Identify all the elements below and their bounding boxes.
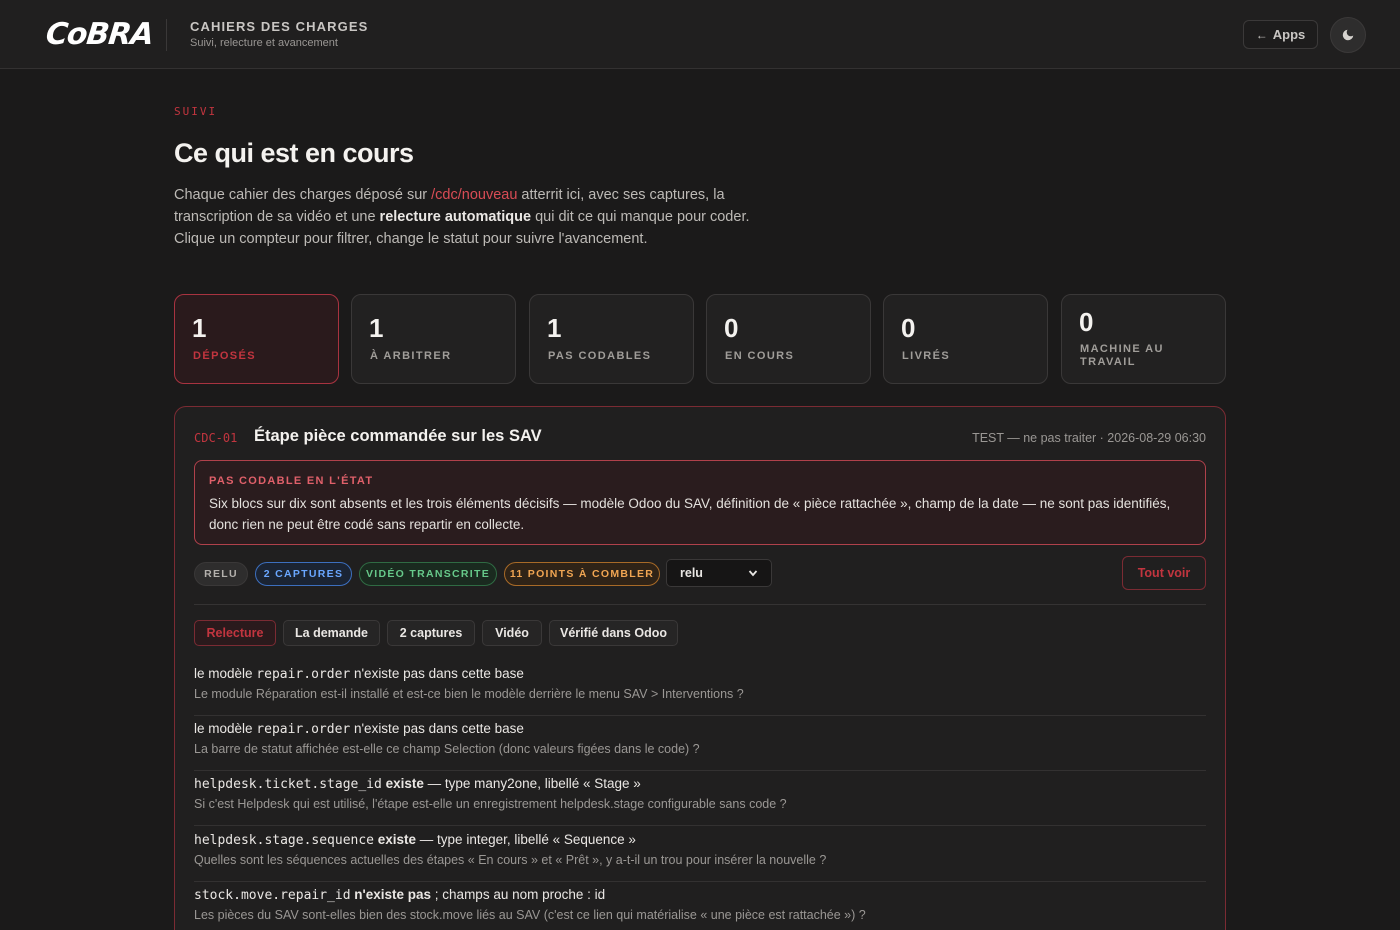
item-code: repair.order [256,667,351,682]
stat-label: À ARBITRER [370,350,452,362]
review-item-title: le modèle repair.order n'existe pas dans… [194,721,524,737]
stat-deposes[interactable]: 1 DÉPOSÉS [174,294,339,384]
item-text: ; champs au nom proche : id [431,887,606,902]
review-item-question: La barre de statut affichée est-elle ce … [194,742,700,756]
stat-machine-au-travail[interactable]: 0 MACHINE AU TRAVAIL [1061,294,1226,384]
review-item-title: le modèle repair.order n'existe pas dans… [194,666,524,682]
tab-relecture[interactable]: Relecture [194,620,276,646]
item-text: — type many2one, libellé « Stage » [423,776,641,791]
badge-points: 11 POINTS À COMBLER [504,562,660,586]
review-item-title: helpdesk.stage.sequence existe — type in… [194,832,636,848]
review-item-title: helpdesk.ticket.stage_id existe — type m… [194,776,641,792]
stat-livres[interactable]: 0 LIVRÉS [883,294,1048,384]
stat-label: LIVRÉS [902,350,951,362]
top-bar: CoBRA CAHIERS DES CHARGES Suivi, relectu… [0,0,1400,69]
stat-label: DÉPOSÉS [193,350,256,362]
stat-count: 1 [369,313,384,343]
stat-a-arbitrer[interactable]: 1 À ARBITRER [351,294,516,384]
not-codable-alert: PAS CODABLE EN L'ÉTAT Six blocs sur dix … [194,460,1206,545]
tout-voir-button[interactable]: Tout voir [1122,556,1206,590]
stat-pas-codables[interactable]: 1 PAS CODABLES [529,294,694,384]
page-title: Ce qui est en cours [174,138,414,168]
cdc-meta: TEST — ne pas traiter · 2026-08-29 06:30 [972,431,1206,445]
tab-video[interactable]: Vidéo [482,620,542,646]
review-item: helpdesk.ticket.stage_id existe — type m… [194,770,1206,826]
item-text: n'existe pas dans cette base [350,721,524,736]
apps-button[interactable]: ← Apps [1243,20,1318,49]
cdc-card: CDC-01 Étape pièce commandée sur les SAV… [174,406,1226,930]
item-text: le modèle [194,666,257,681]
item-text: — type integer, libellé « Sequence » [416,832,636,847]
theme-toggle-button[interactable] [1330,17,1366,53]
stat-label: PAS CODABLES [548,350,652,362]
review-item-title: stock.move.repair_id n'existe pas ; cham… [194,887,605,903]
app-title: CAHIERS DES CHARGES [190,19,369,34]
item-text: le modèle [194,721,257,736]
review-item: le modèle repair.order n'existe pas dans… [194,715,1206,771]
stat-label: MACHINE AU TRAVAIL [1080,343,1164,368]
review-item-question: Le module Réparation est-il installé et … [194,687,744,701]
cobra-logo[interactable]: CoBRA [44,17,154,52]
stat-count: 1 [192,313,207,343]
tab-captures[interactable]: 2 captures [387,620,475,646]
item-bold: n'existe pas [350,887,432,902]
review-item: le modèle repair.order n'existe pas dans… [194,660,1206,716]
item-code: repair.order [256,722,351,737]
stat-count: 1 [547,313,562,343]
stat-count: 0 [724,313,739,343]
stat-count: 0 [1079,307,1094,337]
review-item: stock.move.repair_id n'existe pas ; cham… [194,881,1206,930]
intro-text: Chaque cahier des charges déposé sur /cd… [174,184,774,250]
review-item-question: Si c'est Helpdesk qui est utilisé, l'éta… [194,797,787,811]
tab-la-demande[interactable]: La demande [283,620,380,646]
status-select[interactable]: relu [666,559,772,587]
item-bold: existe [381,776,424,791]
review-item-question: Quelles sont les séquences actuelles des… [194,853,827,867]
new-cdc-link[interactable]: /cdc/nouveau [431,187,517,203]
badge-relu: RELU [194,562,248,586]
item-code: stock.move.repair_id [194,888,351,903]
cdc-title: Étape pièce commandée sur les SAV [254,427,542,445]
moon-icon [1342,29,1354,41]
alert-text: Six blocs sur dix sont absents et les tr… [209,496,1171,532]
item-code: helpdesk.ticket.stage_id [194,777,382,792]
review-item: helpdesk.stage.sequence existe — type in… [194,826,1206,882]
status-select-value: relu [680,566,703,580]
badge-video: VIDÉO TRANSCRITE [359,562,497,586]
stat-count: 0 [901,313,916,343]
apps-button-label: Apps [1272,27,1306,42]
badge-captures: 2 CAPTURES [255,562,352,586]
section-eyebrow: SUIVI [174,105,218,118]
stat-label: EN COURS [725,350,795,362]
card-divider [194,604,1206,605]
cdc-code: CDC-01 [194,431,238,445]
header-divider [166,19,167,51]
item-code: helpdesk.stage.sequence [194,833,375,848]
intro-bold: relecture automatique [379,209,532,225]
item-bold: existe [374,832,417,847]
chevron-down-icon [748,570,758,577]
app-subtitle: Suivi, relecture et avancement [190,37,338,49]
intro-text-part: Chaque cahier des charges déposé sur [174,187,432,203]
review-item-question: Les pièces du SAV sont-elles bien des st… [194,908,866,922]
arrow-left-icon: ← [1255,27,1268,42]
stat-en-cours[interactable]: 0 EN COURS [706,294,871,384]
tab-verifie-odoo[interactable]: Vérifié dans Odoo [549,620,678,646]
alert-title: PAS CODABLE EN L'ÉTAT [209,475,374,487]
item-text: n'existe pas dans cette base [350,666,524,681]
